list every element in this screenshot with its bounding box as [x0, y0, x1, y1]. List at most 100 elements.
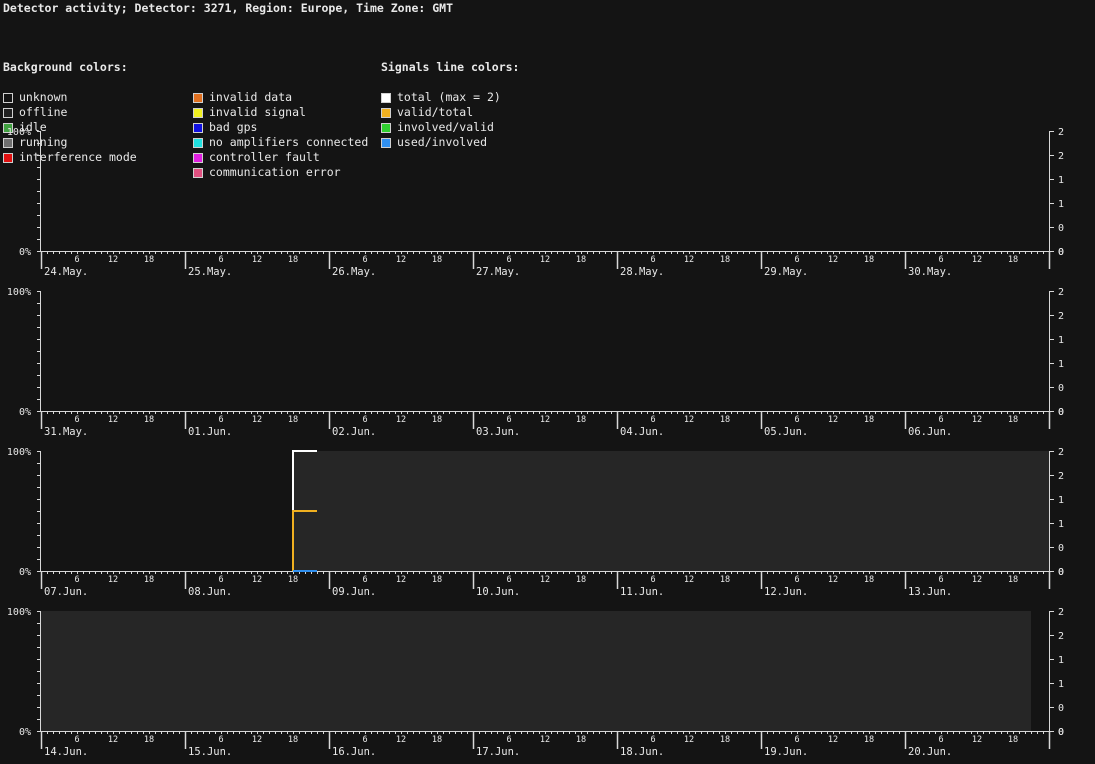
right-axis-tick-label: 1: [1058, 175, 1064, 186]
hour-label: 18: [864, 575, 874, 585]
hour-label: 6: [506, 735, 511, 745]
right-axis-tick-label: 2: [1058, 471, 1064, 482]
hour-label: 18: [576, 575, 586, 585]
right-axis-tick-label: 0: [1058, 703, 1064, 714]
day-label: 17.Jun.: [476, 746, 520, 758]
hour-label: 18: [432, 255, 442, 265]
hour-label: 12: [540, 255, 550, 265]
hour-label: 12: [972, 255, 982, 265]
day-label: 02.Jun.: [332, 426, 376, 438]
hour-label: 18: [720, 575, 730, 585]
hour-label: 6: [938, 255, 943, 265]
activity-charts: 100%0%22110006 12 1824.May.6 12 1825.May.6 12…: [7, 127, 1064, 758]
right-axis-tick-label: 1: [1058, 335, 1064, 346]
hour-label: 6: [650, 255, 655, 265]
hour-label: 18: [144, 255, 154, 265]
day-label: 13.Jun.: [908, 586, 952, 598]
hour-label: 6: [650, 735, 655, 745]
hour-label: 18: [720, 255, 730, 265]
hour-label: 12: [396, 575, 406, 585]
hour-label: 6: [362, 575, 367, 585]
right-axis-tick-label: 1: [1058, 495, 1064, 506]
hour-label: 6: [74, 415, 79, 425]
hour-label: 18: [432, 735, 442, 745]
hour-label: 18: [288, 415, 298, 425]
hour-label: 12: [396, 255, 406, 265]
hour-label: 6: [218, 735, 223, 745]
hour-label: 6: [74, 255, 79, 265]
hour-label: 12: [828, 735, 838, 745]
hour-label: 18: [288, 735, 298, 745]
hour-label: 12: [252, 255, 262, 265]
left-axis-label-max: 100%: [7, 287, 31, 298]
day-label: 27.May.: [476, 266, 520, 278]
right-axis-tick-label: 1: [1058, 359, 1064, 370]
hour-label: 18: [1008, 255, 1018, 265]
hour-label: 6: [74, 575, 79, 585]
chart-2: 100%0%22110006 12 1831.May.6 12 1801.Jun.6 12…: [7, 287, 1064, 438]
chart-4: 100%0%22110006 12 1814.Jun.6 12 1815.Jun.6 12…: [7, 607, 1064, 758]
hour-label: 12: [972, 415, 982, 425]
right-axis-tick-label: 0: [1058, 407, 1064, 418]
right-axis-tick-label: 1: [1058, 199, 1064, 210]
left-axis-label-min: 0%: [19, 407, 31, 418]
chart-3: 100%0%22110006 12 1807.Jun.6 12 1808.Jun.6 12…: [7, 447, 1064, 598]
hour-label: 12: [972, 575, 982, 585]
day-label: 19.Jun.: [764, 746, 808, 758]
chart-1: 100%0%22110006 12 1824.May.6 12 1825.May.6 12…: [7, 127, 1064, 278]
left-axis-label-max: 100%: [7, 127, 31, 138]
right-axis-tick-label: 1: [1058, 679, 1064, 690]
day-label: 20.Jun.: [908, 746, 952, 758]
day-label: 09.Jun.: [332, 586, 376, 598]
left-axis-label-min: 0%: [19, 567, 31, 578]
hour-label: 6: [794, 415, 799, 425]
day-label: 14.Jun.: [44, 746, 88, 758]
hour-label: 6: [794, 735, 799, 745]
day-label: 15.Jun.: [188, 746, 232, 758]
hour-label: 12: [396, 415, 406, 425]
left-axis-label-min: 0%: [19, 247, 31, 258]
hour-label: 6: [218, 575, 223, 585]
day-label: 07.Jun.: [44, 586, 88, 598]
hour-label: 18: [144, 575, 154, 585]
hour-label: 12: [684, 735, 694, 745]
hour-label: 6: [506, 575, 511, 585]
state-span-offline: [41, 611, 1031, 731]
hour-label: 12: [828, 255, 838, 265]
right-axis-tick-label: 2: [1058, 127, 1064, 138]
hour-label: 12: [540, 575, 550, 585]
right-axis-tick-label: 0: [1058, 223, 1064, 234]
day-label: 29.May.: [764, 266, 808, 278]
day-label: 05.Jun.: [764, 426, 808, 438]
hour-label: 6: [218, 415, 223, 425]
right-axis-tick-label: 2: [1058, 631, 1064, 642]
hour-label: 6: [650, 575, 655, 585]
hour-label: 6: [794, 575, 799, 585]
hour-label: 12: [684, 575, 694, 585]
hour-label: 12: [828, 415, 838, 425]
hour-label: 12: [108, 255, 118, 265]
right-axis-tick-label: 0: [1058, 383, 1064, 394]
right-axis-tick-label: 2: [1058, 607, 1064, 618]
right-axis-tick-label: 0: [1058, 727, 1064, 738]
hour-label: 18: [864, 735, 874, 745]
hour-label: 6: [938, 575, 943, 585]
hour-label: 6: [938, 415, 943, 425]
hour-label: 18: [576, 255, 586, 265]
hour-label: 6: [74, 735, 79, 745]
day-label: 26.May.: [332, 266, 376, 278]
hour-label: 6: [794, 255, 799, 265]
day-label: 11.Jun.: [620, 586, 664, 598]
hour-label: 18: [1008, 415, 1018, 425]
day-label: 10.Jun.: [476, 586, 520, 598]
hour-label: 12: [828, 575, 838, 585]
hour-label: 6: [506, 255, 511, 265]
day-label: 01.Jun.: [188, 426, 232, 438]
left-axis-label-min: 0%: [19, 727, 31, 738]
hour-label: 6: [650, 415, 655, 425]
hour-label: 12: [108, 415, 118, 425]
hour-label: 18: [432, 575, 442, 585]
hour-label: 18: [288, 255, 298, 265]
hour-label: 18: [1008, 735, 1018, 745]
day-label: 28.May.: [620, 266, 664, 278]
